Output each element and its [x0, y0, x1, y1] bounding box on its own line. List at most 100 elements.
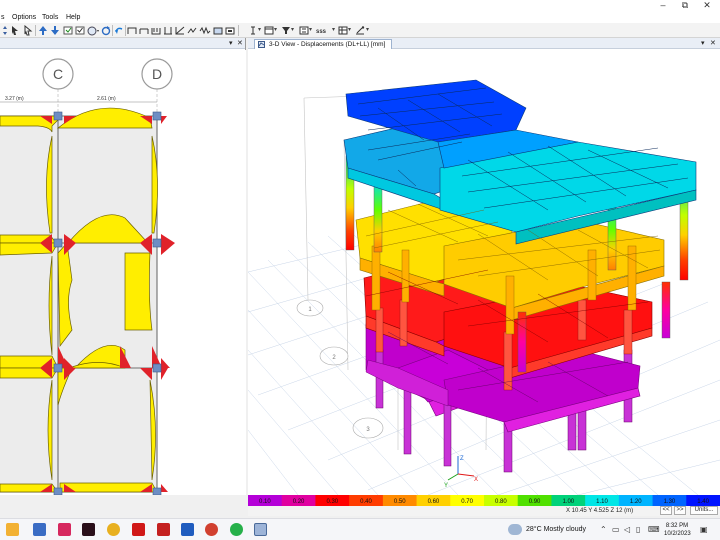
etabs-window: – ⧉ ✕ s Options Tools Help ▾ ▾ ▾ ▾ sss ▾…: [0, 0, 720, 540]
chrome-profile-icon[interactable]: [205, 523, 218, 536]
grid-label-c: C: [53, 66, 63, 82]
3d-view-panel: 3-D View - Displacements (DL+LL) [mm] ▾ …: [248, 38, 720, 495]
clock-date: 10/2/2023: [664, 531, 691, 537]
show-deformed-icon[interactable]: [299, 25, 309, 36]
pdf-reader-icon[interactable]: [157, 523, 170, 536]
chevron-up-icon[interactable]: ⌃: [600, 525, 607, 534]
scroll-arrows-icon[interactable]: [2, 25, 8, 36]
status-bar: X 10.45 Y 4.525 Z 12 (m) << >> Units...: [248, 506, 720, 516]
legend-value: 1.30: [664, 499, 676, 505]
legend-value: 0.30: [326, 499, 338, 505]
units-button[interactable]: Units...: [690, 506, 718, 515]
text-cursor-icon[interactable]: [248, 25, 258, 36]
legend-value: 0.20: [293, 499, 305, 505]
show-tables-icon[interactable]: [338, 25, 348, 36]
legend-value: 0.10: [259, 499, 271, 505]
checkbox-icon[interactable]: [75, 25, 85, 36]
refresh-icon[interactable]: [101, 25, 111, 36]
legend-value: 1.40: [697, 499, 709, 505]
menu-item-tools[interactable]: Tools: [42, 13, 58, 22]
draw-area-icon[interactable]: [213, 25, 223, 36]
draw-hole-icon[interactable]: [225, 25, 235, 36]
battery-icon[interactable]: ▯: [636, 525, 640, 534]
grid-label-d: D: [152, 66, 162, 82]
menu-item-analysis[interactable]: s: [1, 13, 5, 22]
3d-model-canvas[interactable]: 1 2 3 Z Y X: [248, 50, 720, 495]
legend-value: 1.20: [630, 499, 642, 505]
nav-prev-button[interactable]: <<: [660, 506, 672, 515]
move-up-icon[interactable]: [38, 25, 48, 36]
chrome-icon[interactable]: [107, 523, 120, 536]
move-down-icon[interactable]: [50, 25, 60, 36]
draw-beam-icon[interactable]: [139, 25, 149, 36]
whatsapp-icon[interactable]: [230, 523, 243, 536]
undo-icon[interactable]: [114, 25, 124, 36]
notification-icon[interactable]: ▣: [700, 525, 708, 534]
maximize-button[interactable]: ⧉: [674, 0, 696, 12]
legend-value: 0.90: [529, 499, 541, 505]
video-editor-icon[interactable]: [82, 523, 95, 536]
legend-value: 1.10: [596, 499, 608, 505]
draw-wall-icon[interactable]: [151, 25, 161, 36]
menu-item-help[interactable]: Help: [66, 13, 80, 22]
view-close-icon[interactable]: ✕: [710, 38, 716, 49]
menu-item-options[interactable]: Options: [12, 13, 36, 22]
draw-brace-icon[interactable]: [175, 25, 185, 36]
legend-bar: 0.10 0.20 0.30 0.40 0.50 0.60 0.70 0.80 0.90 1.00…: [248, 495, 720, 506]
acrobat-icon[interactable]: [132, 523, 145, 536]
axis-x-label: X: [474, 477, 478, 483]
view-options-icon[interactable]: [87, 25, 99, 36]
toolbar: ▾ ▾ ▾ ▾ sss ▾ ▾ ▾: [0, 23, 720, 38]
etabs-icon[interactable]: [254, 523, 267, 536]
clock-time: 8:32 PM: [665, 523, 689, 529]
legend-value: 1.00: [562, 499, 574, 505]
coordinate-readout: X 10.45 Y 4.525 Z 12 (m): [566, 508, 634, 514]
minimize-button[interactable]: –: [652, 0, 674, 12]
legend-value: 0.70: [461, 499, 473, 505]
view-dropdown-icon[interactable]: ▾: [701, 38, 705, 49]
legend-value: 0.50: [394, 499, 406, 505]
draw-spring-icon[interactable]: [199, 25, 211, 36]
volume-icon[interactable]: ◁: [624, 525, 630, 534]
legend-value: 0.80: [495, 499, 507, 505]
select-icon[interactable]: [10, 25, 20, 36]
keyboard-icon[interactable]: ⌨: [648, 525, 660, 534]
contour-legend: 0.10 0.20 0.30 0.40 0.50 0.60 0.70 0.80 0.90 1.00…: [248, 495, 720, 506]
panel-close-icon[interactable]: ✕: [237, 38, 243, 49]
tab-3d-view[interactable]: 3-D View - Displacements (DL+LL) [mm]: [254, 39, 393, 49]
weather-icon[interactable]: [508, 524, 522, 535]
axis-z-label: Z: [460, 456, 464, 462]
file-explorer-icon[interactable]: [6, 523, 19, 536]
design-icon[interactable]: [355, 25, 365, 36]
title-bar: – ⧉ ✕: [0, 0, 720, 12]
select-all-icon[interactable]: [63, 25, 73, 36]
pointer-icon[interactable]: [23, 25, 33, 36]
dimension-label-2: 2.61 (m): [97, 96, 116, 102]
menu-bar: s Options Tools Help: [0, 12, 720, 23]
display-options-icon[interactable]: [264, 25, 274, 36]
plan-view-header: ▾ ✕: [0, 38, 245, 49]
draw-link-icon[interactable]: [187, 25, 197, 36]
calculator-icon[interactable]: [33, 523, 46, 536]
instagram-icon[interactable]: [58, 523, 71, 536]
panel-dropdown-icon[interactable]: ▾: [229, 38, 233, 49]
draw-frame-icon[interactable]: [127, 25, 137, 36]
plan-view-panel: ▾ ✕ C D 3.27 (m) 2.61 (m): [0, 38, 246, 495]
clock[interactable]: 8:32 PM 10/2/2023: [664, 522, 691, 538]
show-forces-icon[interactable]: sss: [316, 25, 332, 36]
legend-value: 0.40: [360, 499, 372, 505]
weather-text[interactable]: 28°C Mostly cloudy: [526, 525, 586, 534]
svg-text:sss: sss: [316, 29, 327, 35]
view-tab-title: 3-D View - Displacements (DL+LL) [mm]: [269, 41, 386, 48]
moment-diagram-canvas[interactable]: C D 3.27 (m) 2.61 (m): [0, 50, 246, 495]
word-icon[interactable]: [181, 523, 194, 536]
network-icon[interactable]: ▭: [612, 525, 620, 534]
draw-column-icon[interactable]: [163, 25, 173, 36]
funnel-icon[interactable]: [281, 25, 291, 36]
model-view-icon: [258, 41, 265, 48]
dimension-label-1: 3.27 (m): [5, 96, 24, 102]
axis-y-label: Y: [444, 483, 448, 489]
nav-next-button[interactable]: >>: [674, 506, 686, 515]
close-button[interactable]: ✕: [696, 0, 718, 12]
3d-view-header: 3-D View - Displacements (DL+LL) [mm] ▾ …: [248, 38, 720, 49]
